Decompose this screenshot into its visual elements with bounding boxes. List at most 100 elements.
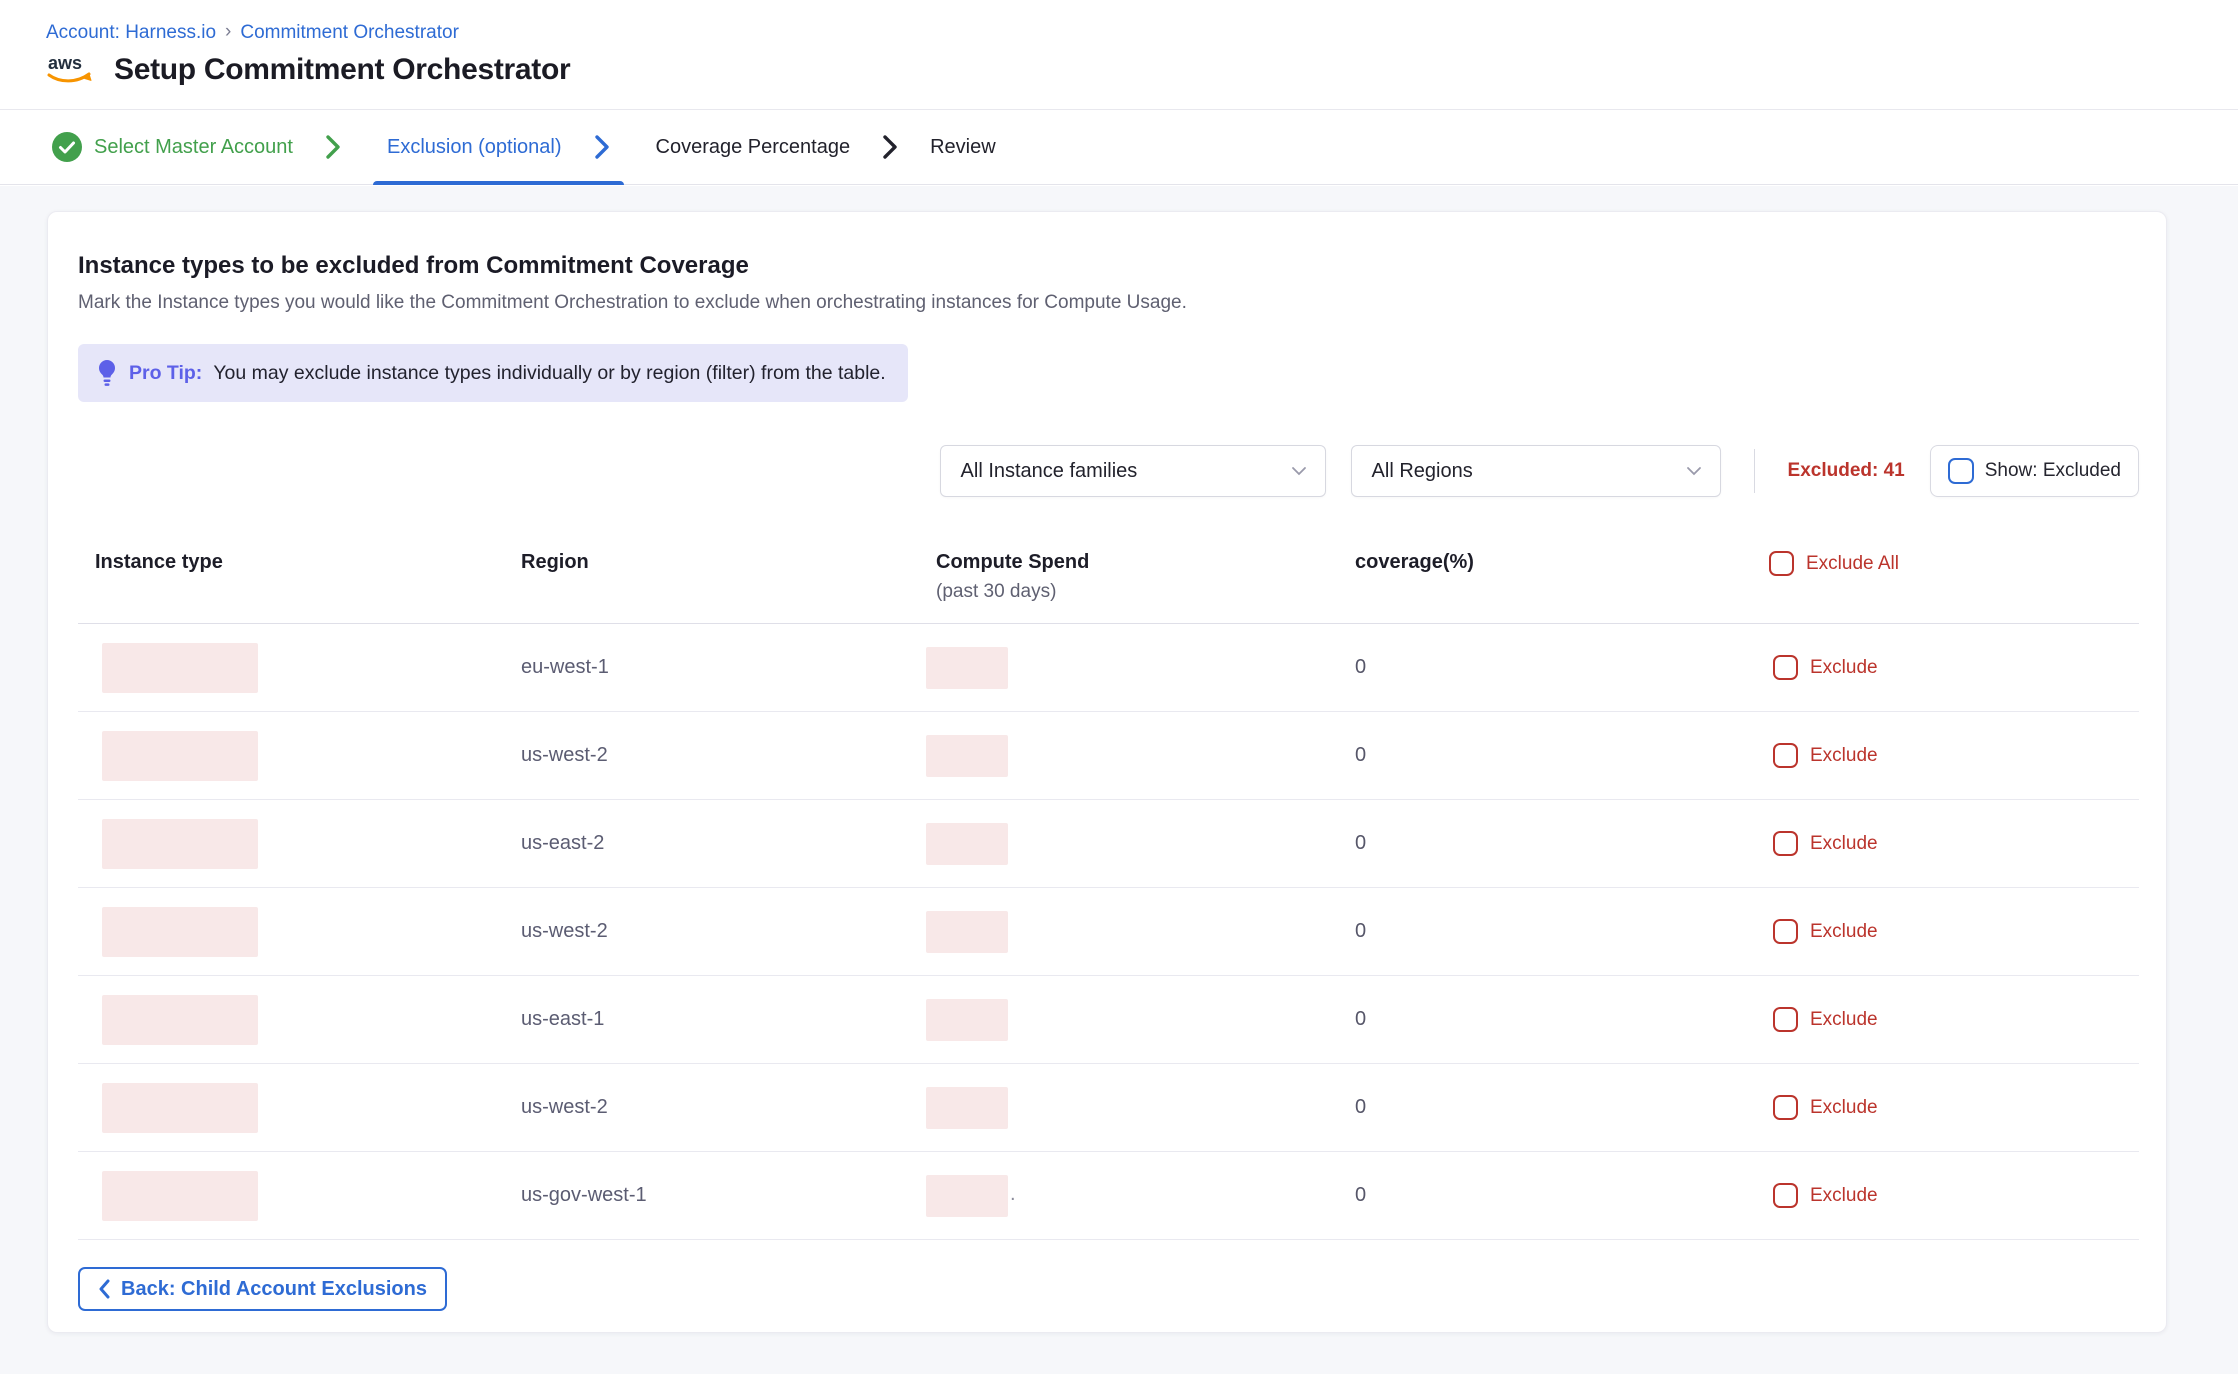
protip-text: You may exclude instance types individua… [213,362,885,385]
region-cell: us-west-2 [514,744,926,767]
exclude-checkbox[interactable] [1773,1095,1798,1120]
show-excluded-toggle[interactable]: Show: Excluded [1930,445,2139,497]
exclude-checkbox[interactable] [1773,1007,1798,1032]
exclude-checkbox[interactable] [1773,655,1798,680]
chevron-right-icon [594,134,610,160]
compute-spend-title: Compute Spend [936,551,1338,574]
exclude-checkbox[interactable] [1773,1183,1798,1208]
exclude-label: Exclude [1810,745,1878,767]
page: Account: Harness.io › Commitment Orchest… [0,0,2238,1374]
exclude-label: Exclude [1810,1009,1878,1031]
lightbulb-icon [96,358,118,388]
chevron-right-icon [325,134,341,160]
redacted-compute-spend [926,735,1008,777]
back-button-label: Back: Child Account Exclusions [121,1278,427,1301]
redacted-instance-type [102,1171,258,1221]
table-row: us-east-2 0 Exclude [78,800,2139,888]
table-row: us-west-2 0 Exclude [78,888,2139,976]
step-coverage-percentage[interactable]: Coverage Percentage [656,136,851,159]
table-header-row: Instance type Region Compute Spend (past… [78,551,2139,624]
exclude-label: Exclude [1810,1185,1878,1207]
coverage-cell: 0 [1338,832,1758,855]
back-button[interactable]: Back: Child Account Exclusions [78,1267,447,1311]
aws-logo-icon: aws [46,52,98,88]
breadcrumb-page-link[interactable]: Commitment Orchestrator [240,22,459,44]
breadcrumb-account-link[interactable]: Account: Harness.io [46,22,216,44]
redacted-instance-type [102,907,258,957]
region-cell: eu-west-1 [514,656,926,679]
table-row: us-gov-west-1 . 0 Exclude [78,1152,2139,1240]
exclude-all-label: Exclude All [1806,553,1899,575]
exclude-label: Exclude [1810,1097,1878,1119]
step-select-master-account[interactable]: Select Master Account [52,132,293,162]
table-row: us-west-2 0 Exclude [78,712,2139,800]
check-circle-icon [52,132,82,162]
redacted-instance-type [102,819,258,869]
region-cell: us-gov-west-1 [514,1184,926,1207]
coverage-cell: 0 [1338,1096,1758,1119]
show-excluded-checkbox[interactable] [1948,458,1974,484]
chevron-down-icon [1291,466,1307,476]
svg-text:aws: aws [48,53,82,73]
compute-spend-subtitle: (past 30 days) [936,581,1338,603]
chevron-right-icon [882,134,898,160]
page-title: Setup Commitment Orchestrator [114,53,570,87]
protip-banner: Pro Tip: You may exclude instance types … [78,344,908,402]
redacted-compute-spend [926,999,1008,1041]
coverage-cell: 0 [1338,1184,1758,1207]
coverage-cell: 0 [1338,744,1758,767]
redacted-trailing-dot: . [1010,1183,1016,1205]
coverage-cell: 0 [1338,920,1758,943]
exclusion-panel: Instance types to be excluded from Commi… [47,211,2167,1333]
redacted-compute-spend [926,1087,1008,1129]
show-excluded-label: Show: Excluded [1985,460,2121,482]
redacted-compute-spend [926,911,1008,953]
coverage-cell: 0 [1338,1008,1758,1031]
col-header-compute-spend: Compute Spend (past 30 days) [926,551,1338,603]
exclude-checkbox[interactable] [1773,919,1798,944]
excluded-count: Excluded: 41 [1788,460,1905,482]
col-header-instance-type: Instance type [78,551,514,574]
table-row: us-west-2 0 Exclude [78,1064,2139,1152]
breadcrumb: Account: Harness.io › Commitment Orchest… [46,22,2238,44]
chevron-left-icon [98,1279,110,1299]
redacted-instance-type [102,1083,258,1133]
filters-row: All Instance families All Regions Exclud… [78,445,2139,497]
step-review[interactable]: Review [930,136,996,159]
table-row: us-east-1 0 Exclude [78,976,2139,1064]
col-header-region: Region [514,551,926,574]
redacted-instance-type [102,995,258,1045]
instance-families-dropdown[interactable]: All Instance families [940,445,1326,497]
exclusion-table: Instance type Region Compute Spend (past… [78,551,2139,1240]
exclude-label: Exclude [1810,921,1878,943]
stepper: Select Master Account Exclusion (optiona… [0,110,2238,185]
col-header-exclude-all: Exclude All [1758,551,2139,576]
instance-families-value: All Instance families [961,460,1138,483]
title-row: aws Setup Commitment Orchestrator [46,52,2238,88]
step-exclusion[interactable]: Exclusion (optional) [373,110,624,184]
panel-heading: Instance types to be excluded from Commi… [78,252,2139,280]
content-area: Instance types to be excluded from Commi… [0,186,2238,1374]
exclude-label: Exclude [1810,657,1878,679]
region-cell: us-west-2 [514,1096,926,1119]
redacted-compute-spend [926,647,1008,689]
chevron-down-icon [1686,466,1702,476]
panel-subheading: Mark the Instance types you would like t… [78,292,2139,314]
redacted-compute-spend [926,1175,1008,1217]
protip-label: Pro Tip: [129,362,202,385]
region-cell: us-east-1 [514,1008,926,1031]
topbar: Account: Harness.io › Commitment Orchest… [0,0,2238,110]
exclude-all-checkbox[interactable] [1769,551,1794,576]
regions-value: All Regions [1372,460,1473,483]
redacted-instance-type [102,643,258,693]
exclude-checkbox[interactable] [1773,831,1798,856]
col-header-coverage: coverage(%) [1338,551,1758,574]
table-row: eu-west-1 0 Exclude [78,624,2139,712]
breadcrumb-chevron-icon: › [225,21,231,43]
regions-dropdown[interactable]: All Regions [1351,445,1721,497]
region-cell: us-east-2 [514,832,926,855]
exclude-label: Exclude [1810,833,1878,855]
coverage-cell: 0 [1338,656,1758,679]
redacted-instance-type [102,731,258,781]
exclude-checkbox[interactable] [1773,743,1798,768]
